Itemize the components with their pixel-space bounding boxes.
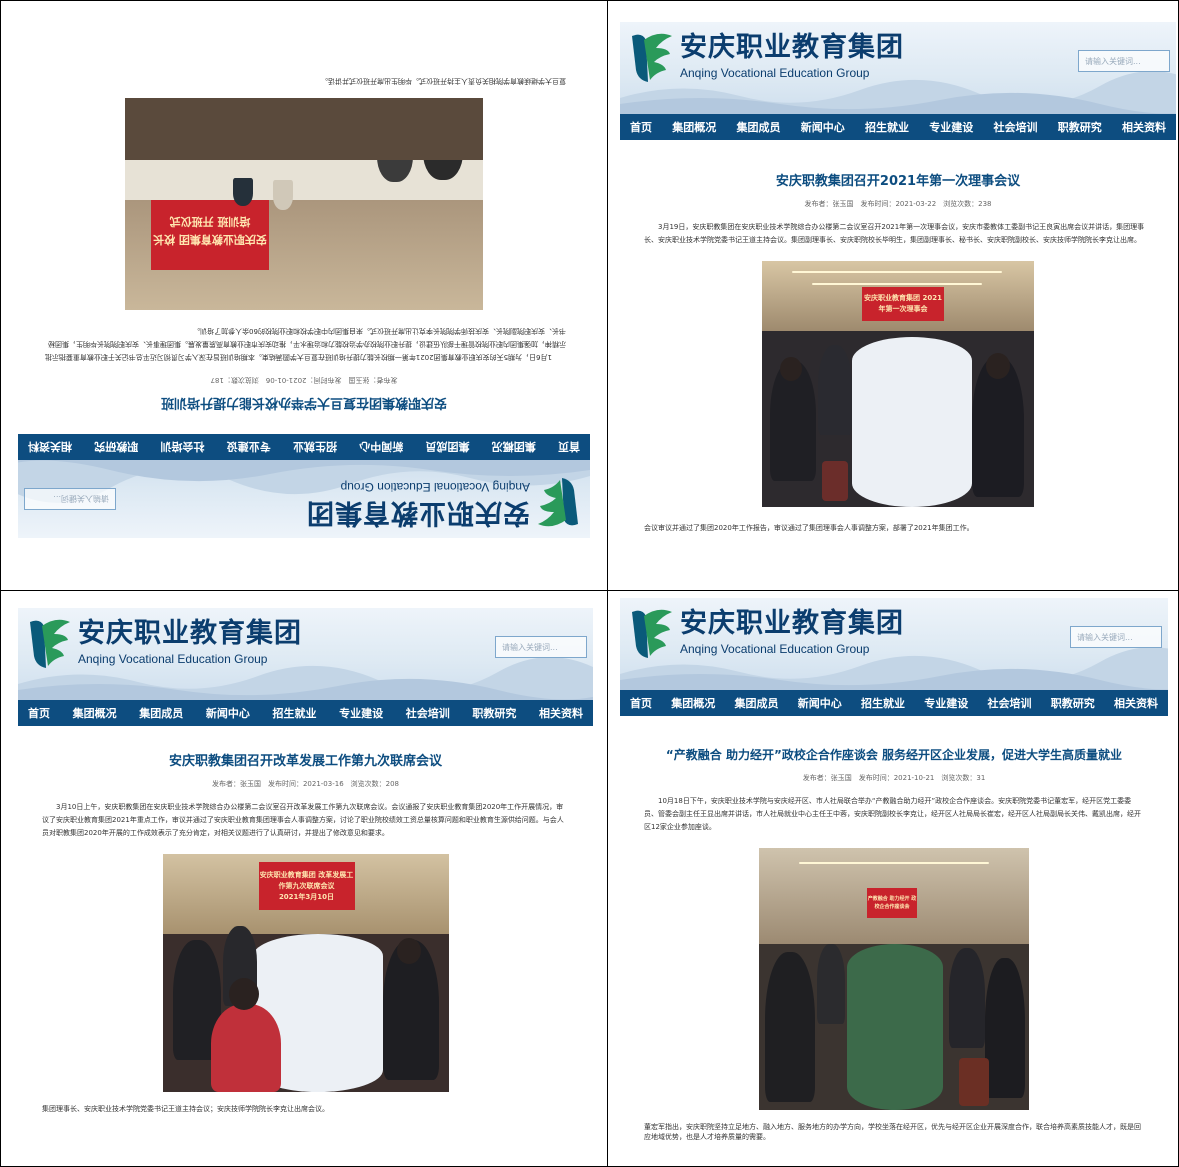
panel-1-screenshot: 安庆职业教育集团 Anqing Vocational Education Gro… — [18, 18, 590, 538]
article-photo: 安庆职业教育集团 校长培训班 开班仪式 — [125, 98, 483, 310]
photo-banner: 产教融合 助力经开 政校企合作座谈会 — [867, 888, 917, 918]
article-caption: 集团理事长、安庆职业技术学院党委书记王道主持会议；安庆技师学院院长李克让出席会议… — [42, 1105, 329, 1113]
nav-members[interactable]: 集团成员 — [426, 439, 470, 455]
nav-admissions[interactable]: 招生就业 — [273, 705, 317, 721]
photo-banner: 安庆职业教育集团 改革发展工作第九次联席会议 2021年3月10日 — [258, 862, 355, 910]
article-meta: 发布者：张玉国 发布时间：2021-03-16 浏览次数：208 — [211, 780, 400, 788]
site-name-en: Anqing Vocational Education Group — [340, 480, 530, 494]
site-header: 安庆职业教育集团 Anqing Vocational Education Gro… — [18, 608, 593, 700]
nav-majors[interactable]: 专业建设 — [339, 705, 383, 721]
panel-4-screenshot: 安庆职业教育集团 Anqing Vocational Education Gro… — [620, 598, 1168, 1166]
photo-banner-date: 2021年3月10日 — [278, 892, 335, 901]
main-nav: 首页 集团概况 集团成员 新闻中心 招生就业 专业建设 社会培训 职教研究 相关… — [18, 434, 590, 460]
main-nav: 首页 集团概况 集团成员 新闻中心 招生就业 专业建设 社会培训 职教研究 相关… — [620, 690, 1168, 716]
nav-research[interactable]: 职教研究 — [1051, 695, 1095, 711]
group-logo-icon — [538, 478, 578, 527]
nav-home[interactable]: 首页 — [630, 119, 652, 135]
search-input[interactable]: 请输入关键词... — [495, 636, 587, 658]
panel-2-screenshot: 安庆职业教育集团 Anqing Vocational Education Gro… — [620, 22, 1176, 570]
nav-overview[interactable]: 集团概况 — [73, 705, 117, 721]
nav-research[interactable]: 职教研究 — [472, 705, 516, 721]
nav-overview[interactable]: 集团概况 — [672, 119, 716, 135]
article-photo: 产教融合 助力经开 政校企合作座谈会 — [759, 848, 1029, 1110]
nav-home[interactable]: 首页 — [558, 439, 580, 455]
nav-overview[interactable]: 集团概况 — [492, 439, 536, 455]
nav-members[interactable]: 集团成员 — [139, 705, 183, 721]
site-name: 安庆职业教育集团 — [680, 32, 904, 63]
article-body: 3月10日上午，安庆职教集团在安庆职业技术学院综合办公楼第二会议室召开改革发展工… — [42, 803, 564, 837]
nav-majors[interactable]: 专业建设 — [929, 119, 973, 135]
nav-members[interactable]: 集团成员 — [735, 695, 779, 711]
nav-training[interactable]: 社会培训 — [406, 705, 450, 721]
group-logo-icon — [632, 609, 672, 658]
article: 安庆职教集团召开2021年第一次理事会议 发布者：张玉国 发布时间：2021-0… — [620, 140, 1176, 533]
article-body: 3月19日，安庆职教集团在安庆职业技术学院综合办公楼第二会议室召开2021年第一… — [644, 223, 1145, 244]
article-title[interactable]: 安庆职教集团召开2021年第一次理事会议 — [644, 170, 1152, 189]
nav-home[interactable]: 首页 — [28, 705, 50, 721]
nav-majors[interactable]: 专业建设 — [924, 695, 968, 711]
site-name-en: Anqing Vocational Education Group — [680, 642, 870, 656]
article-caption: 会议审议并通过了集团2020年工作报告，审议通过了集团理事会人事调整方案，部署了… — [644, 524, 974, 532]
nav-overview[interactable]: 集团概况 — [671, 695, 715, 711]
article-title[interactable]: 安庆职教集团在复旦大学举办校长能力提升培训班 — [42, 395, 566, 414]
site-header: 安庆职业教育集团 Anqing Vocational Education Gro… — [620, 22, 1176, 114]
photo-banner: 安庆职业教育集团 2021年第一次理事会 — [862, 287, 944, 321]
photo-banner: 安庆职业教育集团 校长培训班 开班仪式 — [151, 190, 269, 270]
nav-news[interactable]: 新闻中心 — [359, 439, 403, 455]
grid-divider-vertical — [607, 0, 608, 1167]
article-title[interactable]: “产教融合 助力经开”政校企合作座谈会 服务经开区企业发展，促进大学生高质量就业 — [644, 746, 1144, 763]
nav-news[interactable]: 新闻中心 — [206, 705, 250, 721]
article-meta: 发布者：张玉国 发布时间：2021-03-22 浏览次数：238 — [804, 200, 992, 208]
article-body: 1月6日，为期5天的安庆职业教育集团2021年第一期校长能力提升培训班在复旦大学… — [44, 327, 566, 361]
nav-members[interactable]: 集团成员 — [737, 119, 781, 135]
nav-home[interactable]: 首页 — [630, 695, 652, 711]
search-input[interactable]: 请输入关键词... — [24, 488, 116, 510]
site-name-en: Anqing Vocational Education Group — [680, 66, 870, 80]
nav-training[interactable]: 社会培训 — [994, 119, 1038, 135]
nav-admissions[interactable]: 招生就业 — [865, 119, 909, 135]
nav-resources[interactable]: 相关资料 — [1114, 695, 1158, 711]
site-header: 安庆职业教育集团 Anqing Vocational Education Gro… — [620, 598, 1168, 690]
article-photo: 安庆职业教育集团 改革发展工作第九次联席会议 2021年3月10日 — [162, 854, 449, 1092]
nav-admissions[interactable]: 招生就业 — [861, 695, 905, 711]
article: 安庆职教集团召开改革发展工作第九次联席会议 发布者：张玉国 发布时间：2021-… — [18, 726, 593, 1114]
site-name: 安庆职业教育集团 — [306, 497, 530, 528]
article: 安庆职教集团在复旦大学举办校长能力提升培训班 发布者：张玉国 发布时间：2021… — [18, 76, 590, 434]
article-photo: 安庆职业教育集团 2021年第一次理事会 — [762, 261, 1034, 507]
article-title[interactable]: 安庆职教集团召开改革发展工作第九次联席会议 — [42, 750, 569, 769]
nav-admissions[interactable]: 招生就业 — [293, 439, 337, 455]
nav-resources[interactable]: 相关资料 — [28, 439, 72, 455]
nav-news[interactable]: 新闻中心 — [801, 119, 845, 135]
nav-majors[interactable]: 专业建设 — [227, 439, 271, 455]
nav-research[interactable]: 职教研究 — [94, 439, 138, 455]
site-name: 安庆职业教育集团 — [78, 618, 302, 649]
site-name-en: Anqing Vocational Education Group — [78, 652, 268, 666]
grid-divider-horizontal — [0, 590, 1179, 591]
article-body: 10月18日下午，安庆职业技术学院与安庆经开区、市人社局联合举办“产教融合助力经… — [644, 797, 1141, 831]
photo-banner-title: 安庆职业教育集团 改革发展工作第九次联席会议 — [259, 870, 354, 890]
article-meta: 发布者：张玉国 发布时间：2021-10-21 浏览次数：31 — [802, 774, 986, 782]
group-logo-icon — [632, 33, 672, 82]
article-caption: 董宏军指出，安庆职院坚持立足地方、融入地方、服务地方的办学方向，学校坐落在经开区… — [644, 1123, 1141, 1141]
group-logo-icon — [30, 619, 70, 668]
search-input[interactable]: 请输入关键词... — [1078, 50, 1170, 72]
nav-research[interactable]: 职教研究 — [1058, 119, 1102, 135]
nav-training[interactable]: 社会培训 — [161, 439, 205, 455]
main-nav: 首页 集团概况 集团成员 新闻中心 招生就业 专业建设 社会培训 职教研究 相关… — [18, 700, 593, 726]
search-input[interactable]: 请输入关键词... — [1070, 626, 1162, 648]
nav-training[interactable]: 社会培训 — [988, 695, 1032, 711]
nav-news[interactable]: 新闻中心 — [798, 695, 842, 711]
site-header: 安庆职业教育集团 Anqing Vocational Education Gro… — [18, 460, 590, 538]
main-nav: 首页 集团概况 集团成员 新闻中心 招生就业 专业建设 社会培训 职教研究 相关… — [620, 114, 1176, 140]
nav-resources[interactable]: 相关资料 — [539, 705, 583, 721]
site-name: 安庆职业教育集团 — [680, 608, 904, 639]
article: “产教融合 助力经开”政校企合作座谈会 服务经开区企业发展，促进大学生高质量就业… — [620, 716, 1168, 1142]
panel-3-screenshot: 安庆职业教育集团 Anqing Vocational Education Gro… — [18, 608, 593, 1158]
article-caption: 复旦大学继续教育学院相关负责人主持开班仪式。毕明生出席开班仪式并讲话。 — [321, 77, 566, 85]
article-meta: 发布者：张玉国 发布时间：2021-01-06 浏览次数：187 — [210, 376, 398, 384]
nav-resources[interactable]: 相关资料 — [1122, 119, 1166, 135]
